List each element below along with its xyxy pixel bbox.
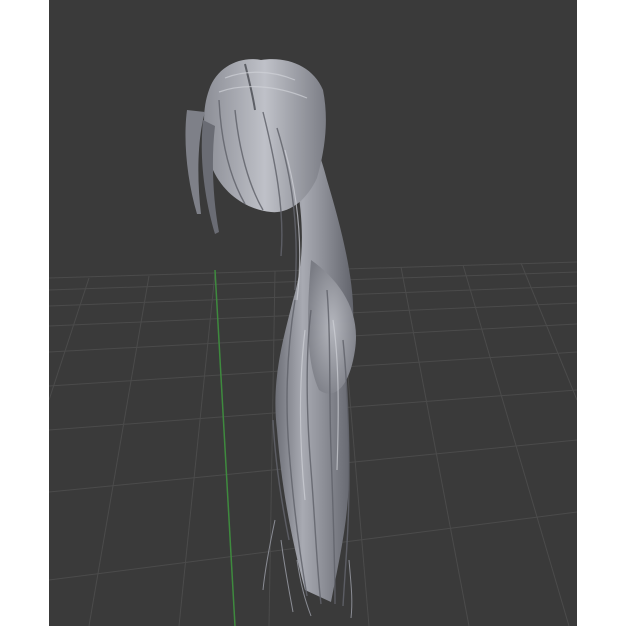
y-axis-line	[214, 269, 236, 626]
3d-viewport[interactable]	[49, 0, 577, 626]
screenshot-frame	[0, 0, 626, 626]
viewport-canvas[interactable]	[49, 0, 577, 626]
